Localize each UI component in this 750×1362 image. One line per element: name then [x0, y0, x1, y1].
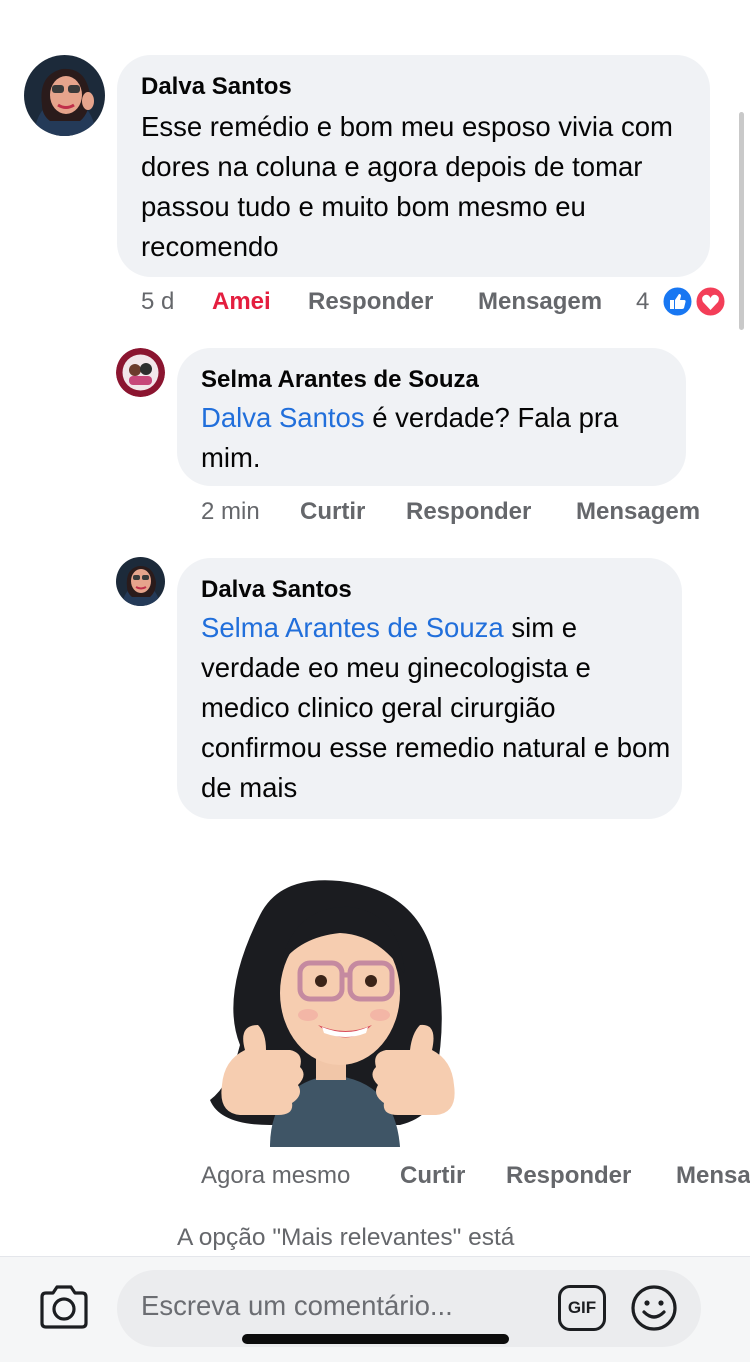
avatar-selma-arantes[interactable]	[116, 348, 165, 397]
comment-input[interactable]: Escreva um comentário...	[141, 1290, 453, 1322]
scrollbar[interactable]	[739, 112, 744, 330]
comment-time: 5 d	[141, 288, 175, 315]
camera-icon[interactable]	[38, 1283, 90, 1331]
message-button[interactable]: Mensagem	[478, 288, 602, 316]
like-button[interactable]: Curtir	[400, 1162, 465, 1190]
avatar-dalva-santos[interactable]	[116, 557, 165, 606]
emoji-icon[interactable]	[630, 1284, 678, 1332]
reaction-button[interactable]: Amei	[212, 288, 271, 316]
reaction-count[interactable]: 4	[636, 288, 649, 316]
mention-link[interactable]: Selma Arantes de Souza	[201, 612, 504, 643]
comment-time: 2 min	[201, 498, 260, 525]
comment-actions: 5 d Amei Responder Mensagem 4	[0, 288, 750, 322]
comment-bubble[interactable]: Dalva Santos Esse remédio e bom meu espo…	[117, 55, 710, 277]
comment-text: Selma Arantes de Souza sim e verdade eo …	[201, 608, 671, 808]
comment-bubble[interactable]: Selma Arantes de Souza Dalva Santos é ve…	[177, 348, 686, 486]
sort-notice: A opção "Mais relevantes" está	[177, 1224, 515, 1251]
avatar-dalva-santos[interactable]	[24, 55, 105, 136]
comment-author[interactable]: Dalva Santos	[141, 73, 292, 101]
reply-button[interactable]: Responder	[308, 288, 433, 316]
love-icon	[694, 285, 727, 318]
comment-author[interactable]: Selma Arantes de Souza	[201, 366, 479, 394]
like-icon	[661, 285, 694, 318]
message-button[interactable]: Mensa	[676, 1162, 750, 1190]
gif-label: GIF	[567, 1298, 597, 1317]
comment-author[interactable]: Dalva Santos	[201, 576, 352, 604]
mention-link[interactable]: Dalva Santos	[201, 402, 365, 433]
reply-button[interactable]: Responder	[406, 498, 531, 526]
home-indicator[interactable]	[242, 1334, 509, 1344]
comment-actions: 2 min Curtir Responder Mensagem	[0, 498, 750, 532]
message-button[interactable]: Mensagem	[576, 498, 700, 526]
gif-icon[interactable]: GIF	[558, 1285, 606, 1331]
comment-actions: Agora mesmo Curtir Responder Mensa	[0, 1162, 750, 1196]
comment-text: Esse remédio e bom meu esposo vivia com …	[141, 111, 673, 262]
comment-bubble[interactable]: Dalva Santos Selma Arantes de Souza sim …	[177, 558, 682, 819]
memoji-thumbs-up-sticker	[200, 875, 462, 1147]
comment-text: Dalva Santos é verdade? Fala pra mim.	[201, 398, 671, 478]
reply-button[interactable]: Responder	[506, 1162, 631, 1190]
like-button[interactable]: Curtir	[300, 498, 365, 526]
comment-time: Agora mesmo	[201, 1162, 351, 1189]
